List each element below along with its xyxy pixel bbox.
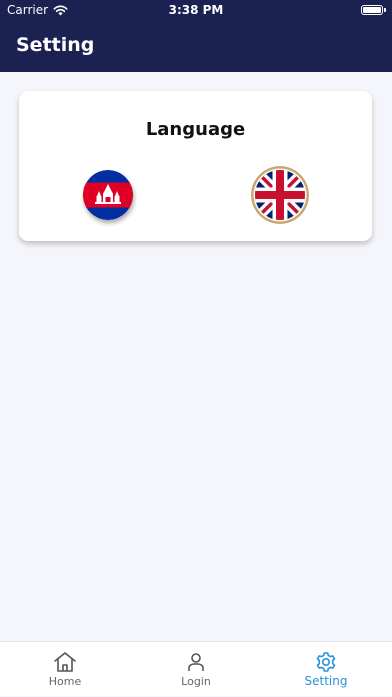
user-icon xyxy=(188,653,204,671)
khmer-language-button[interactable] xyxy=(83,170,133,220)
uk-flag-icon xyxy=(251,166,309,224)
status-time: 3:38 PM xyxy=(168,3,224,17)
cambodia-flag-icon xyxy=(83,170,133,220)
gear-icon xyxy=(316,652,336,672)
home-icon xyxy=(54,652,76,672)
language-title: Language xyxy=(145,119,246,140)
tab-login-label: Login xyxy=(181,675,211,688)
tab-home[interactable]: Home xyxy=(0,642,130,697)
tab-setting[interactable]: Setting xyxy=(261,642,391,697)
english-language-button[interactable] xyxy=(251,166,309,224)
tab-setting-label: Setting xyxy=(304,674,348,688)
status-bar: Carrier 3:38 PM xyxy=(0,0,392,20)
bottom-tab-bar: Home Login Setting xyxy=(0,641,392,696)
battery-icon xyxy=(361,5,386,15)
tab-home-label: Home xyxy=(48,675,82,688)
page-title: Setting xyxy=(16,34,95,56)
language-card: Language xyxy=(19,91,372,241)
tab-login[interactable]: Login xyxy=(131,642,261,697)
